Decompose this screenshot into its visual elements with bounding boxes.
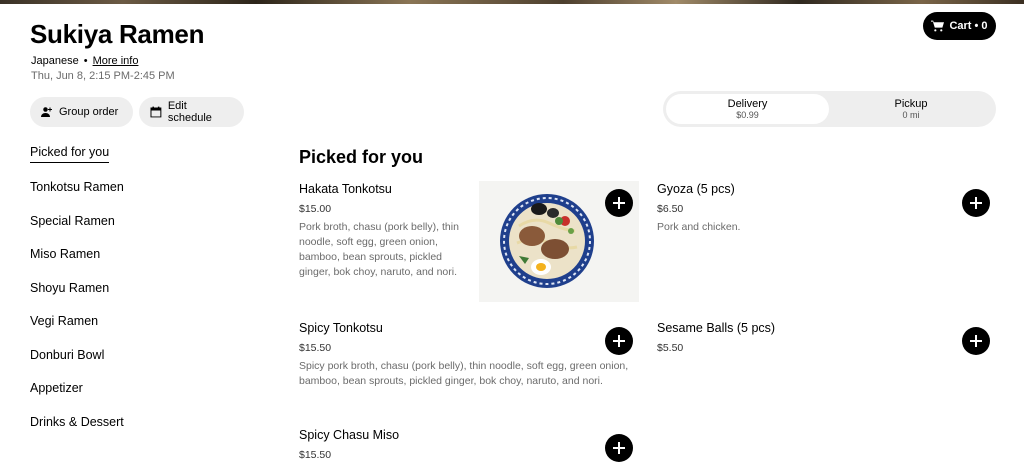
- nav-item-shoyu-ramen[interactable]: Shoyu Ramen: [30, 281, 109, 295]
- nav-item-drinks-dessert[interactable]: Drinks & Dessert: [30, 415, 124, 429]
- item-price: $15.00: [299, 203, 332, 215]
- item-name: Hakata Tonkotsu: [299, 182, 392, 196]
- nav-item-vegi-ramen[interactable]: Vegi Ramen: [30, 314, 98, 328]
- menu-item[interactable]: Spicy Tonkotsu $15.50 Spicy pork broth, …: [299, 321, 639, 406]
- item-name: Spicy Tonkotsu: [299, 321, 383, 335]
- menu-item[interactable]: Sesame Balls (5 pcs) $5.50: [657, 321, 997, 361]
- item-description: Pork and chicken.: [657, 221, 741, 233]
- delivery-option[interactable]: Delivery $0.99: [666, 94, 829, 124]
- section-title: Picked for you: [299, 147, 424, 167]
- delivery-time: Thu, Jun 8, 2:15 PM-2:45 PM: [31, 70, 175, 82]
- plus-icon: [613, 197, 625, 209]
- item-price: $15.50: [299, 342, 332, 354]
- menu-item[interactable]: Gyoza (5 pcs) $6.50 Pork and chicken.: [657, 182, 997, 242]
- pickup-distance: 0 mi: [902, 109, 920, 120]
- nav-item-appetizer[interactable]: Appetizer: [30, 381, 83, 395]
- plus-icon: [613, 335, 625, 347]
- item-name: Gyoza (5 pcs): [657, 182, 735, 196]
- pickup-option[interactable]: Pickup 0 mi: [829, 94, 993, 124]
- item-price: $6.50: [657, 203, 684, 215]
- pickup-label: Pickup: [894, 97, 928, 110]
- delivery-label: Delivery: [727, 97, 768, 110]
- store-name: Sukiya Ramen: [30, 19, 205, 49]
- add-person-icon: [41, 107, 52, 117]
- cart-icon: [931, 20, 945, 32]
- more-info-link[interactable]: More info: [93, 55, 139, 67]
- nav-item-special-ramen[interactable]: Special Ramen: [30, 214, 115, 228]
- plus-icon: [613, 442, 625, 454]
- cart-label: Cart • 0: [949, 20, 988, 32]
- item-description: Spicy pork broth, chasu (pork belly), th…: [299, 360, 629, 387]
- add-item-button[interactable]: [962, 327, 990, 355]
- group-order-button[interactable]: Group order: [30, 97, 133, 127]
- menu-item[interactable]: Spicy Chasu Miso $15.50: [299, 428, 639, 464]
- delivery-pickup-toggle: Delivery $0.99 Pickup 0 mi: [663, 91, 996, 127]
- group-order-label: Group order: [59, 106, 119, 118]
- add-item-button[interactable]: [605, 434, 633, 462]
- delivery-fee: $0.99: [736, 109, 759, 120]
- item-price: $15.50: [299, 449, 332, 461]
- hero-image-strip: [0, 0, 1024, 4]
- meta-separator: •: [83, 55, 88, 67]
- cuisine-label: Japanese: [31, 55, 79, 67]
- add-item-button[interactable]: [962, 189, 990, 217]
- item-name: Spicy Chasu Miso: [299, 428, 400, 442]
- item-description: Pork broth, chasu (pork belly), thin noo…: [299, 221, 459, 278]
- plus-icon: [970, 335, 982, 347]
- nav-item-donburi-bowl[interactable]: Donburi Bowl: [30, 348, 104, 362]
- item-name: Sesame Balls (5 pcs): [657, 321, 776, 335]
- add-item-button[interactable]: [605, 327, 633, 355]
- nav-item-tonkotsu-ramen[interactable]: Tonkotsu Ramen: [30, 180, 124, 194]
- edit-schedule-label: Edit schedule: [167, 100, 212, 124]
- calendar-icon: [150, 106, 162, 118]
- item-price: $5.50: [657, 342, 684, 354]
- store-meta: Japanese • More info: [31, 55, 138, 67]
- edit-schedule-button[interactable]: Edit schedule: [139, 97, 244, 127]
- nav-item-picked-for-you[interactable]: Picked for you: [30, 145, 110, 163]
- plus-icon: [970, 197, 982, 209]
- nav-item-miso-ramen[interactable]: Miso Ramen: [30, 247, 100, 261]
- cart-button[interactable]: Cart • 0: [923, 12, 996, 40]
- add-item-button[interactable]: [605, 189, 633, 217]
